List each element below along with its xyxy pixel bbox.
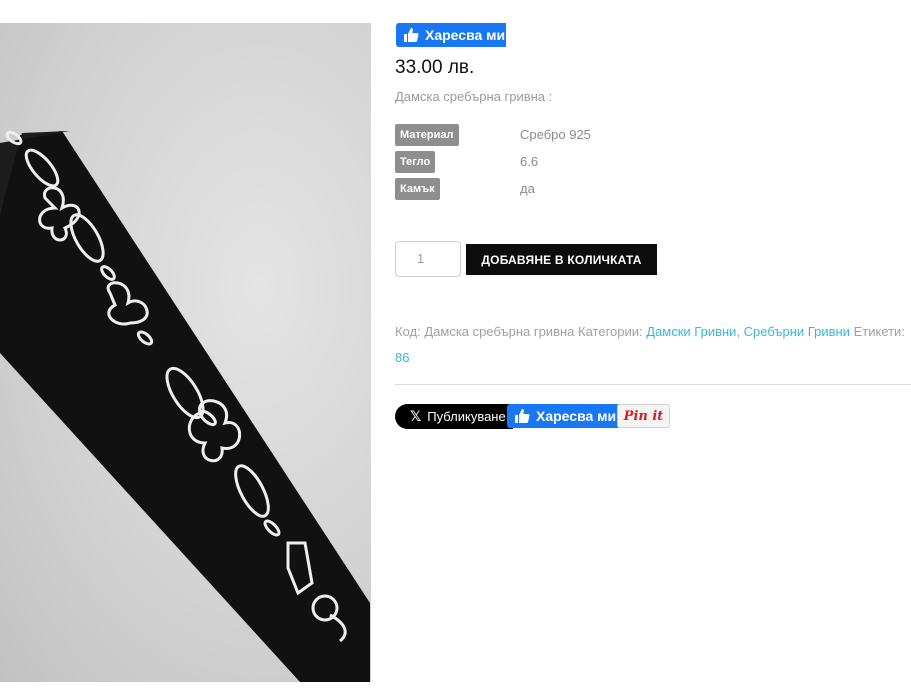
pinterest-label: Pin it: [623, 408, 664, 424]
facebook-like-share-label: Харесва ми: [536, 408, 617, 424]
bracelet-photo: [0, 130, 370, 682]
attribute-label: Материал: [395, 124, 459, 146]
product-image[interactable]: [0, 23, 371, 682]
attribute-label: Тегло: [395, 151, 436, 173]
divider: [395, 384, 911, 385]
category-link-silver-bracelets[interactable]: Сребърни Гривни: [744, 324, 850, 339]
tag-link[interactable]: 86: [395, 350, 409, 365]
attribute-label: Камък: [395, 178, 440, 200]
product-meta: Код: Дамска сребърна гривна Категории: Д…: [395, 324, 905, 365]
tags-label: Етикети:: [853, 324, 905, 339]
add-to-cart-button[interactable]: ДОБАВЯНЕ В КОЛИЧКАТА: [466, 244, 657, 275]
facebook-like-share-button[interactable]: Харесва ми: [507, 404, 618, 428]
facebook-like-label: Харесва ми: [425, 27, 506, 43]
facebook-like-button[interactable]: Харесва ми: [396, 23, 506, 47]
x-logo-icon: 𝕏: [410, 408, 422, 424]
product-price: 33.00 лв.: [395, 57, 475, 78]
attribute-value: 6.6: [520, 154, 539, 169]
quantity-input[interactable]: 1: [395, 241, 461, 277]
thumbs-up-icon: [515, 409, 530, 423]
attribute-value: Сребро 925: [520, 127, 591, 142]
sku-value: Дамска сребърна гривна: [424, 324, 575, 339]
x-share-label: Публикуване: [427, 409, 506, 424]
x-share-button[interactable]: 𝕏 Публикуване: [395, 404, 513, 429]
thumbs-up-icon: [404, 28, 419, 42]
categories-label: Категории:: [578, 324, 643, 339]
pinterest-pin-button[interactable]: Pin it: [617, 404, 670, 428]
category-link-womens-bracelets[interactable]: Дамски Гривни: [646, 324, 736, 339]
attribute-value: да: [520, 181, 535, 196]
sku-label: Код:: [395, 324, 421, 339]
product-short-description: Дамска сребърна гривна :: [395, 89, 553, 104]
